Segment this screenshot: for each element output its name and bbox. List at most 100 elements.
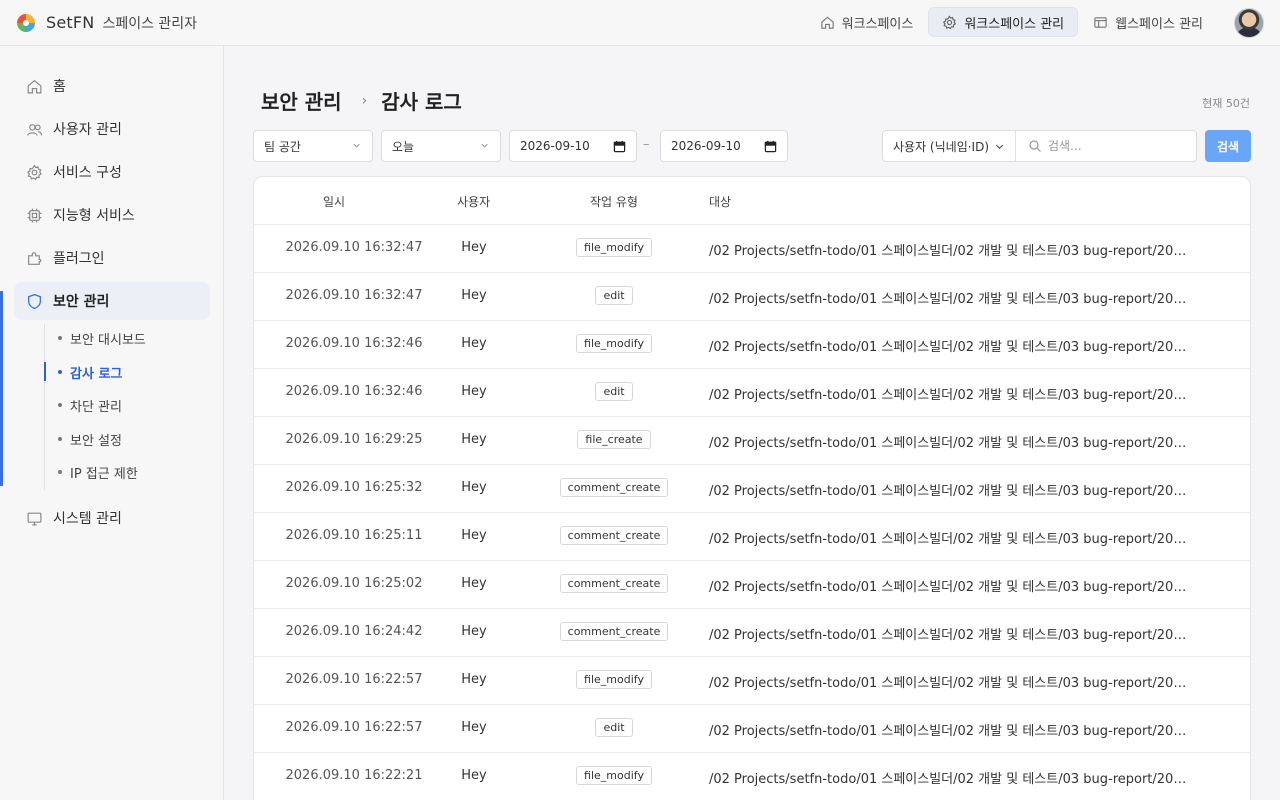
period-select-value: 오늘	[392, 139, 415, 154]
cell-action-type: file_modify	[534, 334, 694, 353]
sidebar-item-intelligent-service[interactable]: 지능형 서비스	[14, 196, 210, 234]
sidebar-subitem-security-settings[interactable]: 보안 설정	[58, 427, 122, 451]
cell-target[interactable]: /02 Projects/setfn-todo/01 스페이스빌더/02 개발 …	[709, 480, 1194, 499]
breadcrumb-parent[interactable]: 보안 관리	[261, 86, 342, 115]
topnav-workspace-admin[interactable]: 워크스페이스 관리	[928, 7, 1079, 37]
sidebar-item-plugins[interactable]: 플러그인	[14, 239, 210, 277]
cell-target[interactable]: /02 Projects/setfn-todo/01 스페이스빌더/02 개발 …	[709, 672, 1194, 691]
cell-time: 2026.09.10 16:25:11	[285, 528, 423, 543]
cell-action-type: edit	[534, 286, 694, 305]
sidebar-subitem-audit-log[interactable]: 감사 로그	[58, 360, 122, 384]
cell-target[interactable]: /02 Projects/setfn-todo/01 스페이스빌더/02 개발 …	[709, 624, 1194, 643]
subitem-label: IP 접근 제한	[70, 466, 138, 482]
brand-name: SetFN	[46, 13, 95, 32]
cell-time: 2026.09.10 16:22:21	[285, 768, 423, 783]
cell-action-type: edit	[534, 382, 694, 401]
action-type-badge: comment_create	[559, 526, 669, 545]
space-select[interactable]: 팀 공간	[253, 130, 373, 162]
cell-target[interactable]: /02 Projects/setfn-todo/01 스페이스빌더/02 개발 …	[709, 240, 1194, 259]
table-row[interactable]: 2026.09.10 16:22:57 Hey edit/02 Projects/s…	[254, 705, 1250, 753]
bullet-icon	[58, 370, 62, 374]
search-scope-value: 사용자 (닉네임·ID)	[893, 139, 990, 154]
column-header-target: 대상	[709, 195, 732, 209]
topnav-webspace-admin[interactable]: 웹스페이스 관리	[1080, 7, 1216, 37]
breadcrumb-separator: ›	[361, 92, 368, 109]
sidebar-item-home[interactable]: 홈	[14, 67, 210, 105]
date-to-input[interactable]: 2026-09-10	[660, 130, 788, 162]
cell-action-type: file_modify	[534, 766, 694, 785]
sidebar-subitem-ip-restriction[interactable]: IP 접근 제한	[58, 460, 138, 484]
cell-target[interactable]: /02 Projects/setfn-todo/01 스페이스빌더/02 개발 …	[709, 384, 1194, 403]
table-row[interactable]: 2026.09.10 16:32:47 Hey edit/02 Projects/s…	[254, 273, 1250, 321]
cell-time: 2026.09.10 16:32:47	[285, 288, 423, 303]
brand-subtitle: 스페이스 관리자	[102, 15, 198, 32]
topnav-workspace[interactable]: 워크스페이스	[807, 7, 927, 37]
home-icon	[27, 79, 42, 93]
top-bar: SetFN 스페이스 관리자 워크스페이스 워크스페이스 관리 웹스페이스 관리	[0, 0, 1280, 46]
subitem-label: 보안 대시보드	[70, 332, 146, 348]
cell-target[interactable]: /02 Projects/setfn-todo/01 스페이스빌더/02 개발 …	[709, 576, 1194, 595]
sidebar-active-indicator	[0, 291, 3, 486]
cell-time: 2026.09.10 16:22:57	[285, 672, 423, 687]
search-input[interactable]	[1048, 132, 1193, 160]
cell-target[interactable]: /02 Projects/setfn-todo/01 스페이스빌더/02 개발 …	[709, 336, 1194, 355]
sidebar-item-security[interactable]: 보안 관리	[14, 282, 210, 320]
monitor-icon	[27, 512, 42, 525]
table-row[interactable]: 2026.09.10 16:24:42 Hey comment_create/02 …	[254, 609, 1250, 657]
cell-user: Hey	[461, 336, 487, 351]
table-row[interactable]: 2026.09.10 16:32:46 Hey file_modify/02 Pro…	[254, 321, 1250, 369]
sidebar-item-label: 플러그인	[53, 251, 105, 267]
cell-user: Hey	[461, 624, 487, 639]
top-nav: 워크스페이스 워크스페이스 관리 웹스페이스 관리	[805, 7, 1216, 37]
table-row[interactable]: 2026.09.10 16:25:02 Hey comment_create/02 …	[254, 561, 1250, 609]
table-row[interactable]: 2026.09.10 16:29:25 Hey file_create/02 Pro…	[254, 417, 1250, 465]
cell-user: Hey	[461, 672, 487, 687]
sidebar-subitem-security-dashboard[interactable]: 보안 대시보드	[58, 326, 146, 350]
search-scope-select[interactable]: 사용자 (닉네임·ID)	[883, 131, 1016, 161]
sidebar-item-label: 서비스 구성	[53, 165, 122, 181]
table-row[interactable]: 2026.09.10 16:25:11 Hey comment_create/02 …	[254, 513, 1250, 561]
bullet-icon	[58, 470, 62, 474]
date-to-value: 2026-09-10	[671, 139, 741, 153]
brand[interactable]: SetFN 스페이스 관리자	[16, 13, 197, 33]
sidebar-item-service-config[interactable]: 서비스 구성	[14, 153, 210, 191]
date-from-value: 2026-09-10	[520, 139, 590, 153]
cell-target[interactable]: /02 Projects/setfn-todo/01 스페이스빌더/02 개발 …	[709, 720, 1194, 739]
cell-time: 2026.09.10 16:32:46	[285, 384, 423, 399]
cell-action-type: file_modify	[534, 238, 694, 257]
column-header-user: 사용자	[457, 195, 491, 209]
cell-target[interactable]: /02 Projects/setfn-todo/01 스페이스빌더/02 개발 …	[709, 768, 1194, 787]
calendar-icon[interactable]	[764, 140, 777, 153]
cell-action-type: comment_create	[534, 574, 694, 593]
sidebar-item-users[interactable]: 사용자 관리	[14, 110, 210, 148]
table-row[interactable]: 2026.09.10 16:32:46 Hey edit/02 Projects/s…	[254, 369, 1250, 417]
bullet-icon	[58, 437, 62, 441]
table-row[interactable]: 2026.09.10 16:32:47 Hey file_modify/02 Pro…	[254, 225, 1250, 273]
action-type-badge: file_modify	[576, 238, 652, 257]
table-row[interactable]: 2026.09.10 16:22:21 Hey file_modify/02 Pro…	[254, 753, 1250, 800]
chevron-down-icon	[481, 143, 488, 148]
column-header-time: 일시	[323, 195, 346, 209]
chevron-down-icon	[995, 144, 1004, 149]
topnav-webspace-admin-label: 웹스페이스 관리	[1115, 16, 1203, 32]
cell-user: Hey	[461, 480, 487, 495]
calendar-icon[interactable]	[613, 140, 626, 153]
table-row[interactable]: 2026.09.10 16:22:57 Hey file_modify/02 Pro…	[254, 657, 1250, 705]
cell-action-type: edit	[534, 718, 694, 737]
avatar[interactable]	[1234, 8, 1264, 38]
table-row[interactable]: 2026.09.10 16:25:32 Hey comment_create/02 …	[254, 465, 1250, 513]
action-type-badge: file_modify	[576, 334, 652, 353]
sidebar-subitem-block-management[interactable]: 차단 관리	[58, 393, 122, 417]
date-from-input[interactable]: 2026-09-10	[509, 130, 637, 162]
period-select[interactable]: 오늘	[381, 130, 501, 162]
cell-target[interactable]: /02 Projects/setfn-todo/01 스페이스빌더/02 개발 …	[709, 528, 1194, 547]
cell-time: 2026.09.10 16:22:57	[285, 720, 423, 735]
cell-target[interactable]: /02 Projects/setfn-todo/01 스페이스빌더/02 개발 …	[709, 432, 1194, 451]
submenu-active-indicator	[44, 362, 46, 381]
date-range-separator: –	[643, 137, 650, 152]
search-button[interactable]: 검색	[1205, 130, 1251, 162]
cell-action-type: comment_create	[534, 478, 694, 497]
sidebar-item-system[interactable]: 시스템 관리	[14, 499, 210, 537]
result-count: 현재 50건	[1202, 97, 1250, 110]
cell-target[interactable]: /02 Projects/setfn-todo/01 스페이스빌더/02 개발 …	[709, 288, 1194, 307]
